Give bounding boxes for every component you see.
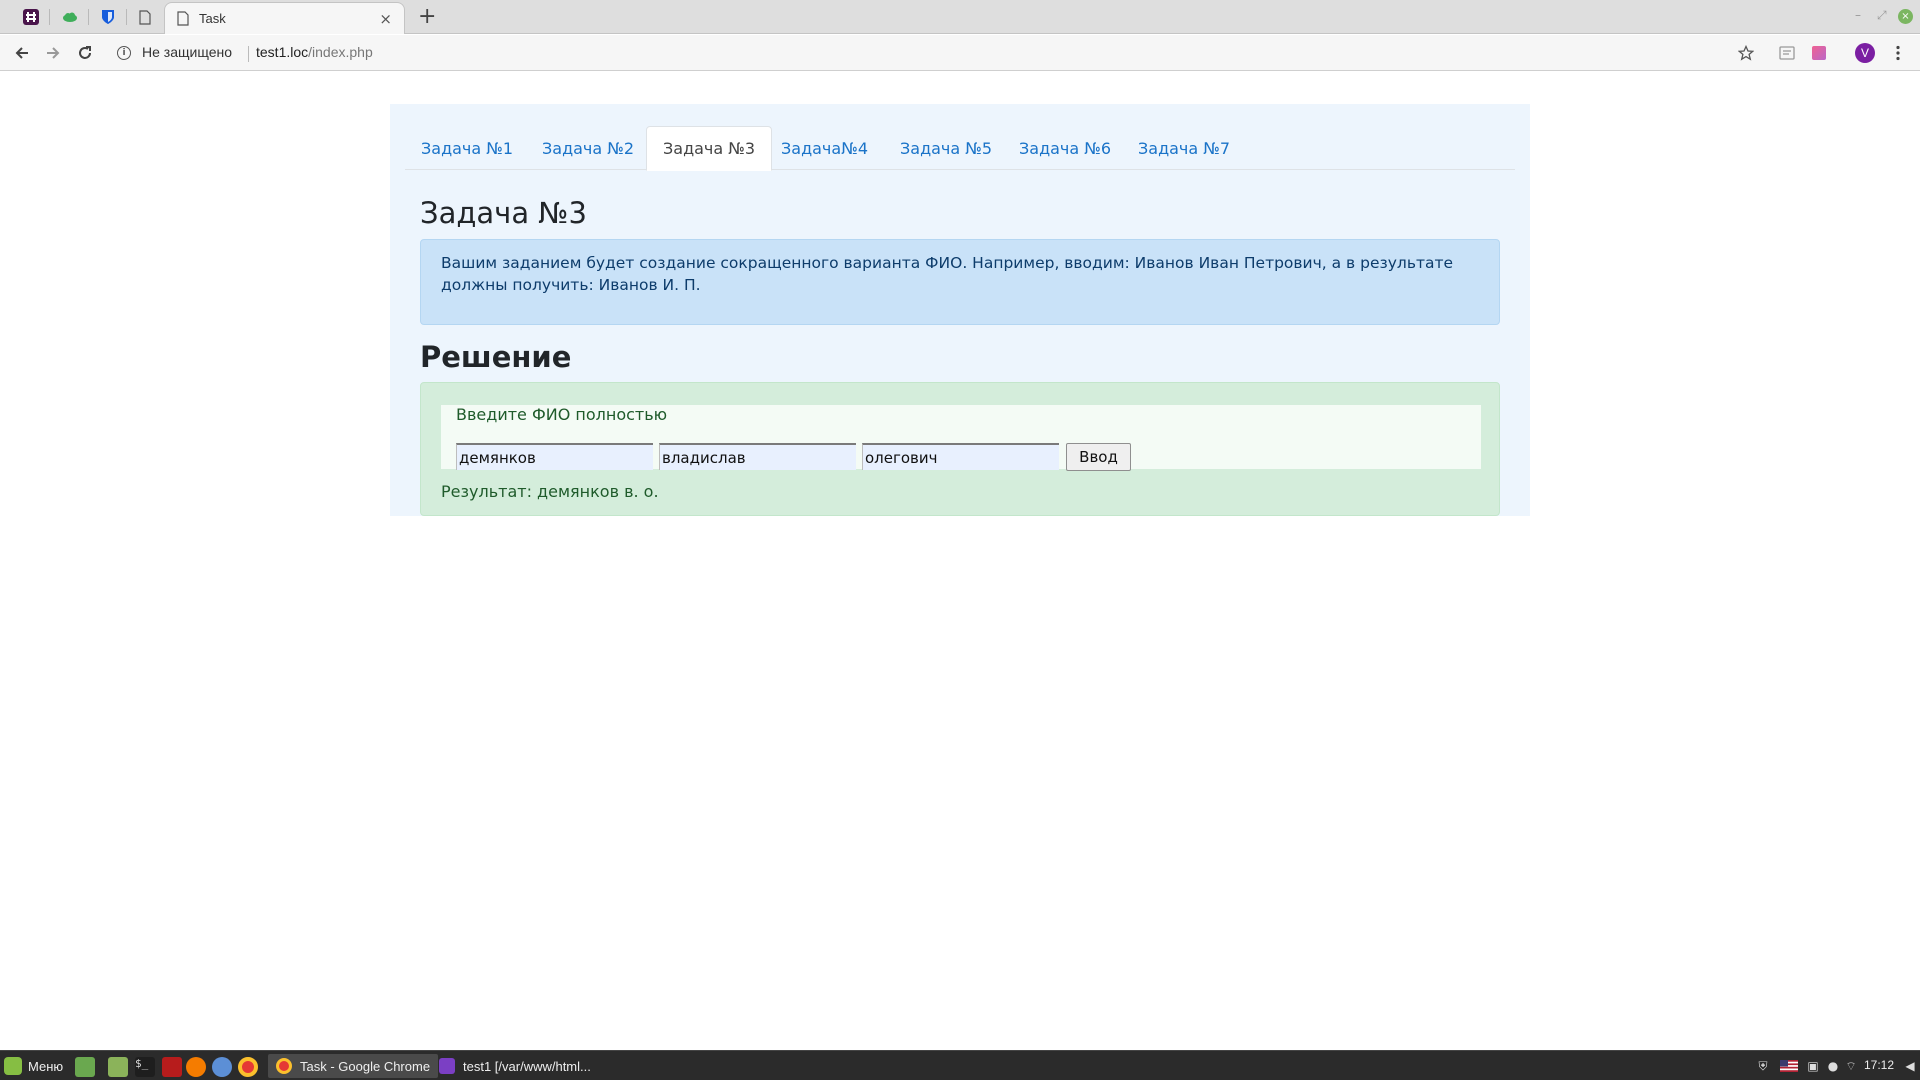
document-icon <box>139 9 151 25</box>
avatar: V <box>1855 43 1875 63</box>
taskbar-item-label: Task - Google Chrome <box>300 1058 431 1074</box>
profile-avatar[interactable]: V <box>1855 43 1875 63</box>
result-text: Результат: демянков в. о. <box>441 482 659 501</box>
clock: 17:12 <box>1864 1058 1895 1072</box>
user-icon[interactable]: ● <box>1826 1057 1840 1075</box>
solution-heading: Решение <box>420 340 572 374</box>
network-icon[interactable]: ⌔ <box>1844 1057 1858 1075</box>
tab-task-2[interactable]: Задача №2 <box>526 126 650 170</box>
tab-title: Task <box>199 11 226 26</box>
reload-icon <box>79 46 91 59</box>
browser-tab-strip: Task × + – ⤢ × <box>0 0 1920 34</box>
forward-arrow-icon <box>47 47 60 59</box>
page-container: Задача №1 Задача №2 Задача №3 Задача№4 З… <box>390 104 1530 516</box>
address-bar[interactable]: test1.loc/index.php <box>256 44 373 60</box>
maximize-icon[interactable]: ⤢ <box>1877 8 1887 23</box>
show-desktop-icon[interactable] <box>75 1057 95 1077</box>
active-browser-tab[interactable]: Task × <box>164 2 405 34</box>
url-path: /index.php <box>308 44 373 60</box>
new-tab-button[interactable]: + <box>418 4 436 29</box>
info-icon[interactable]: i <box>117 46 131 60</box>
cloud-icon <box>63 12 77 22</box>
browser-toolbar: i Не защищено test1.loc/index.php V <box>0 35 1920 71</box>
taskbar-item-label: test1 [/var/www/html... <box>463 1058 591 1074</box>
reload-button[interactable] <box>73 41 97 65</box>
url-divider <box>248 46 249 62</box>
back-button[interactable] <box>10 41 34 65</box>
name-input[interactable] <box>659 443 856 470</box>
security-status[interactable]: Не защищено <box>142 44 232 60</box>
color-extension-icon[interactable] <box>1809 43 1829 63</box>
page-icon <box>177 11 189 26</box>
forward-button[interactable] <box>41 41 65 65</box>
firefox-icon[interactable] <box>186 1057 206 1077</box>
chrome-icon[interactable] <box>238 1057 258 1077</box>
back-arrow-icon <box>15 47 28 59</box>
volume-icon[interactable]: ◀ <box>1903 1057 1917 1075</box>
pinned-tab-document[interactable] <box>126 0 164 34</box>
phpstorm-icon <box>439 1058 455 1074</box>
pinned-tab-cloud[interactable] <box>51 0 89 34</box>
task-nav-tabs: Задача №1 Задача №2 Задача №3 Задача№4 З… <box>405 126 1515 171</box>
bookmark-star-icon[interactable] <box>1736 43 1756 63</box>
tab-close-icon[interactable]: × <box>379 10 392 28</box>
chrome-icon <box>276 1058 292 1074</box>
tab-task-6[interactable]: Задача №6 <box>1003 126 1127 170</box>
keyboard-layout-flag-icon[interactable] <box>1780 1057 1798 1075</box>
pinned-tab-bitwarden[interactable] <box>89 0 127 34</box>
extension-icon[interactable] <box>1777 43 1797 63</box>
tab-task-4[interactable]: Задача№4 <box>765 126 884 170</box>
menu-label: Меню <box>28 1058 64 1074</box>
surname-input[interactable] <box>456 443 653 470</box>
task-description: Вашим заданием будет создание сокращенно… <box>420 239 1500 325</box>
fio-form: Введите ФИО полностью Ввод <box>441 405 1481 471</box>
terminal-icon[interactable]: $_ <box>135 1057 155 1077</box>
tab-task-3[interactable]: Задача №3 <box>646 126 773 171</box>
close-window-icon[interactable]: × <box>1898 9 1913 24</box>
tab-task-1[interactable]: Задача №1 <box>405 126 529 170</box>
clipboard-icon[interactable]: ▣ <box>1806 1057 1820 1075</box>
url-host: test1.loc <box>256 44 309 60</box>
taskbar-item-chrome[interactable]: Task - Google Chrome <box>268 1054 439 1078</box>
start-menu-button[interactable]: Меню <box>4 1055 63 1077</box>
minimize-icon[interactable]: – <box>1855 8 1861 22</box>
pinned-tab-slack[interactable] <box>12 0 50 34</box>
page-title: Задача №3 <box>420 196 587 230</box>
form-label: Введите ФИО полностью <box>456 405 668 424</box>
filezilla-icon[interactable] <box>162 1057 182 1077</box>
bitwarden-icon <box>102 10 114 24</box>
slack-icon <box>23 9 39 25</box>
solution-panel: Введите ФИО полностью Ввод Результат: де… <box>420 382 1500 516</box>
files-icon[interactable] <box>108 1057 128 1077</box>
submit-button[interactable]: Ввод <box>1066 443 1131 471</box>
patronymic-input[interactable] <box>862 443 1059 470</box>
os-taskbar: Меню $_ Task - Google Chrome test1 [/var… <box>0 1050 1920 1080</box>
tab-task-5[interactable]: Задача №5 <box>884 126 1008 170</box>
browser-menu-icon[interactable] <box>1888 43 1908 63</box>
mint-logo-icon <box>4 1057 22 1075</box>
shield-icon[interactable]: ⛨ <box>1755 1057 1771 1075</box>
tab-task-7[interactable]: Задача №7 <box>1122 126 1246 170</box>
chromium-icon[interactable] <box>212 1057 232 1077</box>
taskbar-item-phpstorm[interactable]: test1 [/var/www/html... <box>431 1054 599 1078</box>
